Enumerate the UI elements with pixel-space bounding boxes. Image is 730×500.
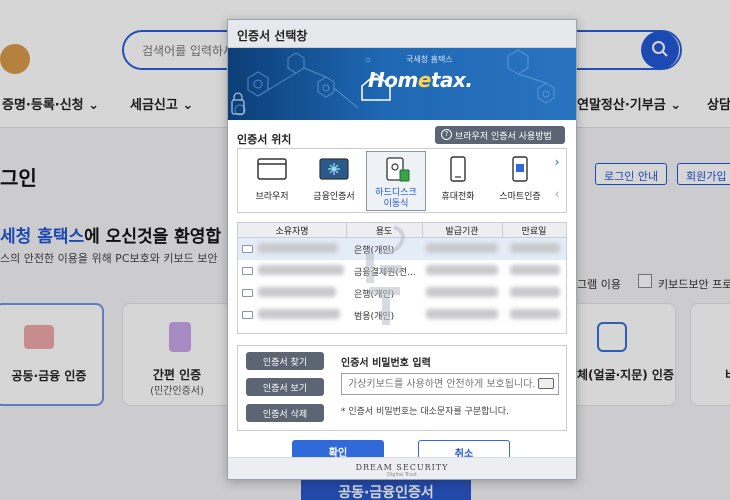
device-label: 브라우저 [255, 192, 289, 202]
device-label: 하드디스크 이동식 [375, 188, 417, 209]
certificate-icon [242, 289, 253, 297]
hometax-logo: Hometax. [368, 68, 473, 92]
device-financial-cert[interactable]: 금융인증서 [304, 151, 364, 211]
certificate-icon [242, 311, 253, 319]
device-harddisk-removable[interactable]: 하드디스크 이동식 [366, 151, 426, 211]
financial-cert-icon [319, 158, 349, 180]
dialog-footer: DREAM SECURITY Digital Trust [228, 457, 576, 479]
dialog-titlebar[interactable]: 인증서 선택창 [228, 20, 576, 48]
device-label: 스마트인증 [499, 192, 541, 202]
vendor-tagline: Digital Trust [387, 472, 417, 478]
password-case-note: * 인증서 비밀번호는 대소문자를 구분합니다. [341, 407, 509, 417]
vendor-brand: DREAM SECURITY [355, 463, 449, 472]
col-issuer: 발급기관 [445, 227, 479, 237]
delete-cert-button[interactable]: 인증서 삭제 [246, 404, 324, 422]
smart-cert-icon [512, 156, 528, 182]
col-owner: 소유자명 [275, 227, 309, 237]
watermark-logo [366, 225, 405, 325]
cert-location-selector: 브라우저 금융인증서 하드디스크 이동식 휴대전화 스마트인증 › ‹ [237, 148, 567, 213]
dialog-title: 인증서 선택창 [237, 29, 308, 43]
find-cert-button[interactable]: 인증서 찾기 [246, 352, 324, 370]
col-expiry: 만료일 [521, 227, 547, 237]
device-mobile-phone[interactable]: 휴대전화 [428, 151, 488, 211]
mobile-phone-icon [450, 156, 466, 182]
virtual-keyboard-icon[interactable] [538, 378, 554, 389]
cert-location-title: 인증서 위치 [237, 133, 292, 146]
password-title: 인증서 비밀번호 입력 [341, 358, 431, 369]
chevron-left-icon[interactable]: ‹ [548, 187, 566, 205]
device-label: 금융인증서 [313, 192, 355, 202]
cert-actions-panel: 인증서 찾기 인증서 보기 인증서 삭제 인증서 비밀번호 입력 * 인증서 비… [237, 345, 567, 431]
device-browser[interactable]: 브라우저 [242, 151, 302, 211]
certificate-select-dialog: 인증서 선택창 국세청 홈택스 Hometax. 인증서 위치 ? 브라우저 인… [227, 19, 577, 480]
banner-subtitle: 국세청 홈택스 [406, 55, 453, 64]
certificate-icon [242, 245, 253, 253]
harddisk-usb-icon [386, 157, 410, 182]
device-smart-cert[interactable]: 스마트인증 [490, 151, 550, 211]
certificate-icon [242, 267, 253, 275]
hometax-banner: 국세청 홈택스 Hometax. [228, 48, 576, 120]
browser-cert-help-label: 브라우저 인증서 사용방법 [455, 132, 552, 142]
browser-cert-help-button[interactable]: ? 브라우저 인증서 사용방법 [435, 126, 565, 144]
browser-icon [257, 158, 287, 180]
device-label: 휴대전화 [441, 192, 475, 202]
chevron-right-icon[interactable]: › [548, 155, 566, 173]
view-cert-button[interactable]: 인증서 보기 [246, 378, 324, 396]
cert-password-input[interactable] [341, 373, 559, 395]
question-icon: ? [441, 129, 452, 140]
